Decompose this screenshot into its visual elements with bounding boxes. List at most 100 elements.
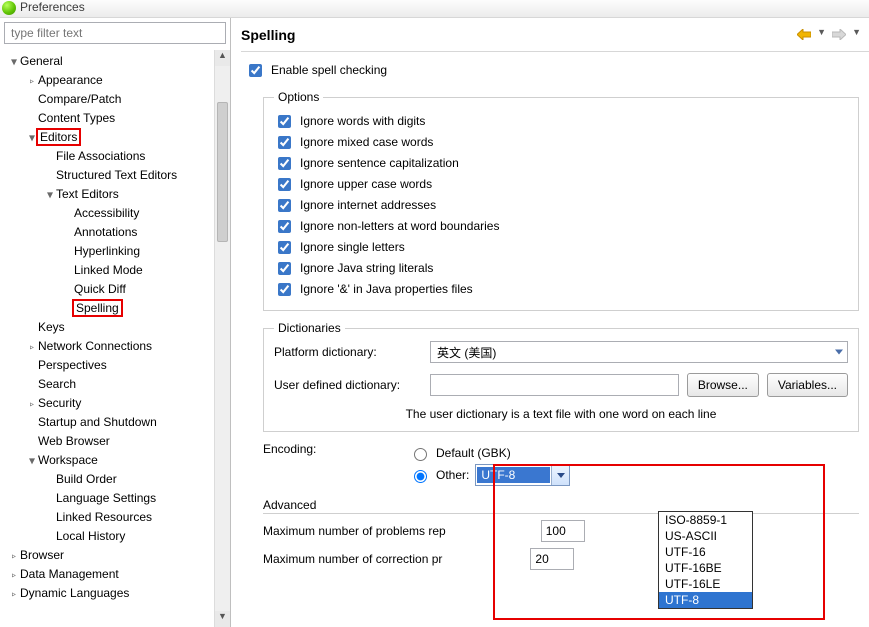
option-checkbox[interactable]: Ignore upper case words: [274, 174, 848, 194]
tree-item[interactable]: File Associations: [0, 147, 230, 166]
tree-item[interactable]: ▹Appearance: [0, 71, 230, 90]
encoding-option[interactable]: UTF-16LE: [659, 576, 752, 592]
dictionaries-legend: Dictionaries: [274, 321, 345, 335]
encoding-default-label: Default (GBK): [436, 446, 511, 460]
tree-item[interactable]: Linked Mode: [0, 261, 230, 280]
scroll-down-button[interactable]: ▼: [215, 611, 230, 627]
tree-item[interactable]: ▹Dynamic Languages: [0, 584, 230, 603]
option-checkbox-input[interactable]: [278, 199, 291, 212]
tree-item[interactable]: Startup and Shutdown: [0, 413, 230, 432]
enable-spellcheck-checkbox[interactable]: Enable spell checking: [245, 60, 859, 80]
left-panel: ▼General▹AppearanceCompare/PatchContent …: [0, 18, 231, 627]
encoding-other-radio[interactable]: Other: UTF-8: [409, 464, 859, 486]
option-checkbox-input[interactable]: [278, 115, 291, 128]
option-checkbox[interactable]: Ignore words with digits: [274, 111, 848, 131]
tree-expander-icon[interactable]: ▹: [26, 395, 38, 414]
tree-item[interactable]: ▼Text Editors: [0, 185, 230, 204]
tree-expander-icon[interactable]: ▹: [8, 585, 20, 604]
tree-item[interactable]: ▹Network Connections: [0, 337, 230, 356]
tree-item[interactable]: Annotations: [0, 223, 230, 242]
scrollbar-thumb[interactable]: [217, 102, 228, 242]
back-menu-chevron[interactable]: ▼: [817, 27, 826, 43]
tree-scrollbar[interactable]: ▲ ▼: [214, 50, 230, 627]
option-label: Ignore non-letters at word boundaries: [300, 219, 499, 233]
tree-item[interactable]: ▹Data Management: [0, 565, 230, 584]
forward-menu-chevron[interactable]: ▼: [852, 27, 861, 43]
option-checkbox-input[interactable]: [278, 241, 291, 254]
option-checkbox[interactable]: Ignore internet addresses: [274, 195, 848, 215]
forward-button[interactable]: [830, 27, 848, 43]
tree-item[interactable]: ▹Security: [0, 394, 230, 413]
tree-item[interactable]: Language Settings: [0, 489, 230, 508]
tree-item-label: Linked Mode: [74, 263, 143, 277]
encoding-default-radio[interactable]: Default (GBK): [409, 442, 859, 464]
max-problems-input[interactable]: [541, 520, 585, 542]
tree-expander-icon[interactable]: ▼: [8, 53, 20, 72]
tree-item[interactable]: ▼Workspace: [0, 451, 230, 470]
encoding-dropdown-list[interactable]: ISO-8859-1US-ASCIIUTF-16UTF-16BEUTF-16LE…: [658, 511, 753, 609]
platform-dictionary-select[interactable]: 英文 (美国): [430, 341, 848, 363]
encoding-option[interactable]: UTF-8: [659, 592, 752, 608]
encoding-other-label: Other:: [436, 468, 469, 482]
option-checkbox[interactable]: Ignore Java string literals: [274, 258, 848, 278]
tree-item-label: File Associations: [56, 149, 145, 163]
option-label: Ignore sentence capitalization: [300, 156, 459, 170]
tree-item[interactable]: ▼Editors: [0, 128, 230, 147]
encoding-option[interactable]: US-ASCII: [659, 528, 752, 544]
user-dictionary-input[interactable]: [430, 374, 679, 396]
tree-expander-icon[interactable]: ▹: [8, 547, 20, 566]
tree-item[interactable]: Web Browser: [0, 432, 230, 451]
tree-item[interactable]: Content Types: [0, 109, 230, 128]
option-checkbox[interactable]: Ignore '&' in Java properties files: [274, 279, 848, 299]
tree-item-label: General: [20, 54, 63, 68]
tree-item-label: Startup and Shutdown: [38, 415, 157, 429]
option-checkbox-input[interactable]: [278, 220, 291, 233]
encoding-option[interactable]: UTF-16BE: [659, 560, 752, 576]
encoding-combo[interactable]: UTF-8: [475, 464, 570, 486]
tree-item[interactable]: Search: [0, 375, 230, 394]
tree-item[interactable]: Structured Text Editors: [0, 166, 230, 185]
option-checkbox[interactable]: Ignore single letters: [274, 237, 848, 257]
variables-button[interactable]: Variables...: [767, 373, 848, 397]
tree-item[interactable]: ▹Browser: [0, 546, 230, 565]
encoding-default-input[interactable]: [414, 448, 427, 461]
encoding-combo-dropdown-button[interactable]: [551, 465, 569, 485]
tree-expander-icon[interactable]: ▼: [26, 452, 38, 471]
option-checkbox-input[interactable]: [278, 157, 291, 170]
option-checkbox-input[interactable]: [278, 136, 291, 149]
tree-item[interactable]: Quick Diff: [0, 280, 230, 299]
tree-expander-icon[interactable]: ▹: [26, 338, 38, 357]
encoding-other-input[interactable]: [414, 470, 427, 483]
tree-item[interactable]: ▼General: [0, 52, 230, 71]
filter-input[interactable]: [4, 22, 226, 44]
option-checkbox[interactable]: Ignore mixed case words: [274, 132, 848, 152]
tree-item-label: Annotations: [74, 225, 137, 239]
option-checkbox-input[interactable]: [278, 283, 291, 296]
tree-item-label: Editors: [36, 128, 81, 146]
tree-item[interactable]: Accessibility: [0, 204, 230, 223]
tree-item[interactable]: Hyperlinking: [0, 242, 230, 261]
tree-item[interactable]: Compare/Patch: [0, 90, 230, 109]
option-checkbox[interactable]: Ignore sentence capitalization: [274, 153, 848, 173]
browse-button[interactable]: Browse...: [687, 373, 759, 397]
option-checkbox-input[interactable]: [278, 262, 291, 275]
option-checkbox-input[interactable]: [278, 178, 291, 191]
tree-item[interactable]: Build Order: [0, 470, 230, 489]
scroll-up-button[interactable]: ▲: [215, 50, 230, 66]
option-label: Ignore internet addresses: [300, 198, 436, 212]
tree-expander-icon[interactable]: ▹: [8, 566, 20, 585]
tree-item[interactable]: Perspectives: [0, 356, 230, 375]
encoding-option[interactable]: UTF-16: [659, 544, 752, 560]
back-button[interactable]: [795, 27, 813, 43]
tree-item[interactable]: Linked Resources: [0, 508, 230, 527]
tree-item-label: Hyperlinking: [74, 244, 140, 258]
tree-expander-icon[interactable]: ▹: [26, 72, 38, 91]
tree-item[interactable]: Local History: [0, 527, 230, 546]
enable-spellcheck-input[interactable]: [249, 64, 262, 77]
tree-item[interactable]: Spelling: [0, 299, 230, 318]
encoding-option[interactable]: ISO-8859-1: [659, 512, 752, 528]
option-checkbox[interactable]: Ignore non-letters at word boundaries: [274, 216, 848, 236]
tree-expander-icon[interactable]: ▼: [44, 186, 56, 205]
max-corrections-input[interactable]: [530, 548, 574, 570]
tree-item[interactable]: Keys: [0, 318, 230, 337]
